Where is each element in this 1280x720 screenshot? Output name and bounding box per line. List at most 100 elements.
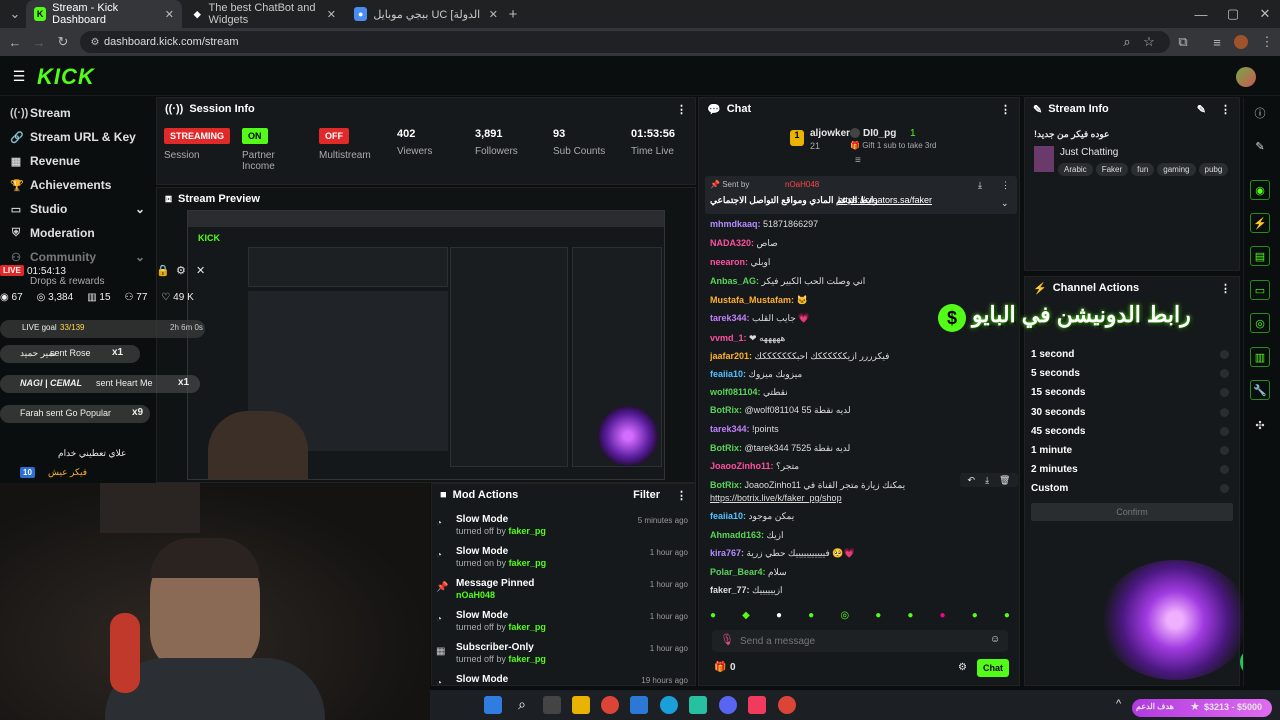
chat-send-button[interactable]: Chat xyxy=(977,659,1009,677)
chat-username[interactable]: jaafar201: xyxy=(710,351,752,361)
close-icon[interactable]: ✕ xyxy=(327,8,336,21)
pin-icon[interactable]: ⤓ xyxy=(985,475,989,486)
chat-username[interactable]: tarek344: xyxy=(710,424,750,434)
layers-icon[interactable]: ▥ xyxy=(1250,347,1270,367)
radio-button[interactable] xyxy=(1220,407,1229,417)
chat-username[interactable]: Ahmadd163: xyxy=(710,530,764,540)
emote-icon[interactable]: ◆ xyxy=(742,610,750,624)
kebab-icon[interactable]: ⋮ xyxy=(1220,103,1231,116)
microphone-icon[interactable]: 🎙 xyxy=(720,633,734,646)
tab-search-icon[interactable]: ⌄ xyxy=(4,3,26,25)
user-avatar[interactable] xyxy=(1236,67,1256,87)
radio-button[interactable] xyxy=(1220,426,1229,436)
close-icon[interactable]: ✕ xyxy=(489,8,498,21)
forward-icon[interactable]: → xyxy=(28,31,50,53)
chat-username[interactable]: BotRix: xyxy=(710,405,742,415)
sidebar-item-revenue[interactable]: ▦ Revenue xyxy=(10,150,80,172)
emoji-icon[interactable]: ☺ xyxy=(990,634,1000,645)
tab-kick-dashboard[interactable]: K Stream - Kick Dashboard ✕ xyxy=(26,0,182,28)
puzzle-icon[interactable]: ✣ xyxy=(1250,415,1270,435)
maximize-icon[interactable]: ▢ xyxy=(1222,3,1244,25)
info-icon[interactable]: ⓘ xyxy=(1250,103,1270,123)
chat-icon[interactable]: ▭ xyxy=(1250,280,1270,300)
chat-username[interactable]: kira767: xyxy=(710,548,744,558)
zoom-icon[interactable]: ⌕ xyxy=(1116,31,1138,53)
gear-icon[interactable]: ⚙ xyxy=(176,264,186,277)
gift-prompt[interactable]: 🎁 Gift 1 sub to take 3rd xyxy=(850,141,936,150)
chat-username[interactable]: Anbas_AG: xyxy=(710,276,759,286)
list-icon[interactable]: ▤ xyxy=(1250,246,1270,266)
kebab-icon[interactable]: ⋮ xyxy=(1001,180,1010,191)
profile-avatar[interactable] xyxy=(1230,31,1252,53)
chat-username[interactable]: feaiia10: xyxy=(710,369,746,379)
chevron-down-icon[interactable]: ⌄ xyxy=(1001,198,1009,209)
chat-username[interactable]: Mustafa_Mustafam: xyxy=(710,295,794,305)
emote-icon[interactable]: ● xyxy=(875,610,881,624)
emote-icon[interactable]: ● xyxy=(972,610,978,624)
reload-icon[interactable]: ↻ xyxy=(52,31,74,53)
chat-username[interactable]: JoaooZinho11: xyxy=(710,461,774,471)
sidebar-item-moderation[interactable]: ⛨ Moderation xyxy=(10,222,95,244)
sidebar-item-stream-url[interactable]: 🔗 Stream URL & Key xyxy=(10,126,136,148)
chat-username[interactable]: vvmd_1: xyxy=(710,333,747,343)
sidebar-item-stream[interactable]: ((·)) Stream xyxy=(10,102,71,124)
stream-video[interactable]: KICK xyxy=(187,210,665,480)
tab-search-icon[interactable]: ≡ xyxy=(1206,31,1228,53)
tab-pubg[interactable]: ● ببجي موبايل UC [اسم الدولة] | خـ... ✕ xyxy=(346,0,506,28)
radio-button[interactable] xyxy=(1220,369,1229,379)
chat-username[interactable]: Polar_Bear4: xyxy=(710,567,766,577)
app-icon[interactable] xyxy=(689,696,707,714)
expand-icon[interactable]: ≡ xyxy=(855,155,861,166)
duration-option[interactable]: Custom xyxy=(1031,479,1231,498)
minimize-icon[interactable]: — xyxy=(1190,3,1212,25)
chevron-up-icon[interactable]: ^ xyxy=(1116,698,1121,710)
kebab-icon[interactable]: ⋮ xyxy=(1000,103,1011,116)
extensions-icon[interactable]: ⧉ xyxy=(1172,31,1194,53)
new-tab-button[interactable]: + xyxy=(502,3,524,25)
close-icon[interactable]: ✕ xyxy=(196,264,205,277)
wrench-icon[interactable]: 🔧 xyxy=(1250,380,1270,400)
site-info-icon[interactable]: ⚙ xyxy=(84,31,106,53)
duration-option[interactable]: 1 minute xyxy=(1031,441,1231,460)
chrome-icon[interactable] xyxy=(601,696,619,714)
emote-icon[interactable]: ● xyxy=(808,610,814,624)
edge-icon[interactable] xyxy=(660,696,678,714)
kebab-icon[interactable]: ⋮ xyxy=(676,103,687,116)
back-icon[interactable]: ← xyxy=(4,31,26,53)
radio-button[interactable] xyxy=(1220,484,1229,494)
chat-message-input[interactable] xyxy=(740,633,980,649)
radio-button[interactable] xyxy=(1220,350,1229,359)
emote-icon[interactable]: ◎ xyxy=(840,610,849,624)
broadcast-icon[interactable]: ◎ xyxy=(1250,313,1270,333)
reply-icon[interactable]: ↶ xyxy=(968,475,976,486)
pinned-link[interactable]: https://creators.sa/faker xyxy=(838,195,932,205)
file-explorer-icon[interactable] xyxy=(572,696,590,714)
pencil-icon[interactable]: ✎ xyxy=(1250,136,1270,156)
duration-option[interactable]: 1 second xyxy=(1031,345,1231,364)
chrome-active-icon[interactable] xyxy=(778,696,796,714)
sidebar-item-studio[interactable]: ▭ Studio ⌄ xyxy=(10,198,145,220)
start-icon[interactable] xyxy=(484,696,502,714)
chat-username[interactable]: neearon: xyxy=(710,257,748,267)
gear-icon[interactable]: ⚙ xyxy=(958,662,967,673)
emote-icon[interactable]: ● xyxy=(710,610,716,624)
unpin-icon[interactable]: ⤓ xyxy=(978,180,982,191)
radio-button[interactable] xyxy=(1220,465,1229,475)
chat-text[interactable]: https://botrix.live/k/faker_pg/shop xyxy=(710,493,842,503)
lock-icon[interactable]: 🔒 xyxy=(156,264,170,277)
hamburger-icon[interactable]: ☰ xyxy=(8,65,30,87)
filter-button[interactable]: Filter xyxy=(633,489,660,501)
emote-icon[interactable]: ● xyxy=(1004,610,1010,624)
chat-username[interactable]: NADA320: xyxy=(710,238,754,248)
duration-option[interactable]: 5 seconds xyxy=(1031,364,1231,383)
duration-option[interactable]: 30 seconds xyxy=(1031,403,1231,422)
discord-icon[interactable] xyxy=(719,696,737,714)
bookmark-star-icon[interactable]: ☆ xyxy=(1138,31,1160,53)
chat-username[interactable]: feaiia10: xyxy=(710,511,746,521)
kick-logo[interactable]: KICK xyxy=(37,64,95,90)
duration-option[interactable]: 2 minutes xyxy=(1031,460,1231,479)
chat-username[interactable]: tarek344: xyxy=(710,313,750,323)
window-close-icon[interactable]: ✕ xyxy=(1254,3,1276,25)
close-icon[interactable]: ✕ xyxy=(165,8,174,21)
store-icon[interactable] xyxy=(630,696,648,714)
